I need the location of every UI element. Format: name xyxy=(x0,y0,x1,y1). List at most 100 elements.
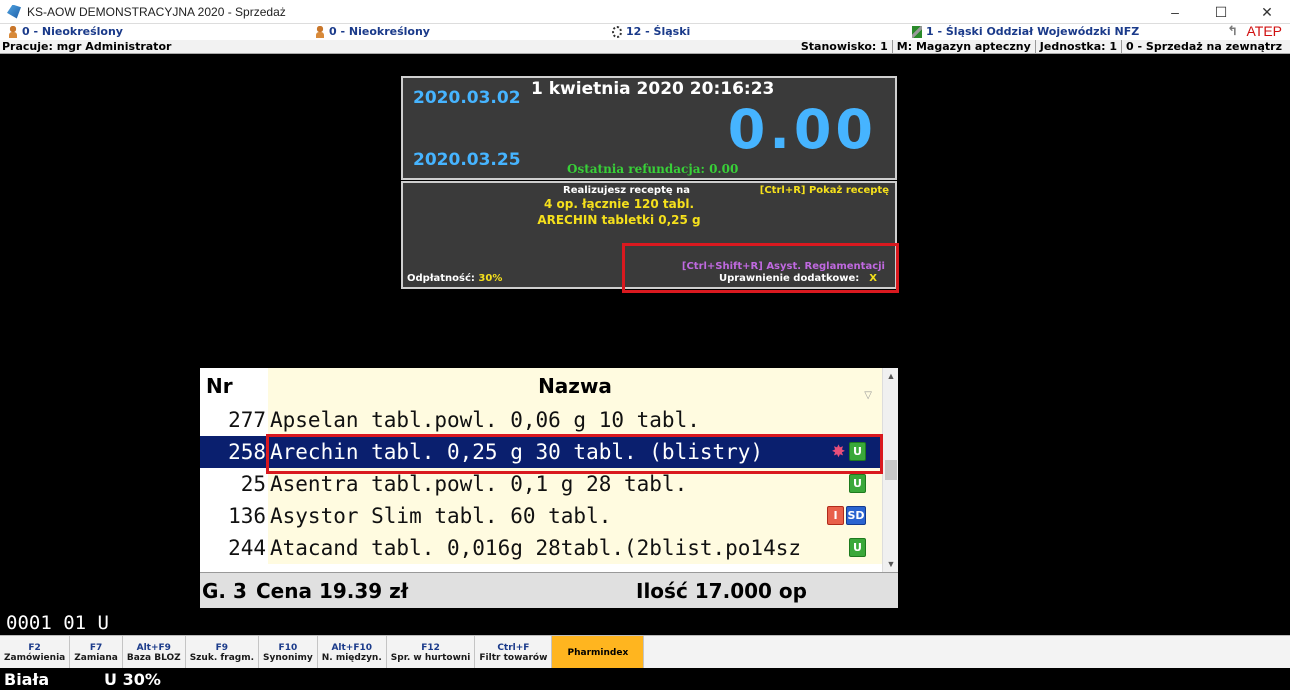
item-name-text: Atacand tabl. 0,016g 28tabl.(2blist.po14… xyxy=(270,536,802,560)
close-button[interactable]: ✕ xyxy=(1244,0,1290,24)
product-list: Nr Nazwa ▽ 277 Apselan tabl.powl. 0,06 g… xyxy=(200,368,898,608)
prescription-date: 2020.03.02 xyxy=(413,88,521,108)
user-label: Pracuje: mgr Administrator xyxy=(2,40,172,53)
prescription-quantity: 4 op. łącznie 120 tabl. xyxy=(543,197,695,211)
application-window: { "window": { "title": "KS-AOW DEMONSTRA… xyxy=(0,0,1290,690)
fkey-shortcut: Alt+F9 xyxy=(136,642,171,653)
highlight-frame-selected-item xyxy=(266,434,883,474)
scroll-down-icon[interactable]: ▼ xyxy=(883,556,899,572)
app-logo-icon xyxy=(7,4,21,19)
fkey-shortcut: F10 xyxy=(278,642,298,653)
window-title: KS-AOW DEMONSTRACYJNA 2020 - Sprzedaż xyxy=(27,4,286,19)
last-refund-label: Ostatnia refundacja: 0.00 xyxy=(567,162,739,176)
patient-selector[interactable]: 0 - Nieokreślony xyxy=(315,25,430,38)
list-item[interactable]: 136 Asystor Slim tabl. 60 tabl. I SD xyxy=(200,500,882,532)
prescription-drug: ARECHIN tabletki 0,25 g xyxy=(537,213,701,227)
price-label: Cena 19.39 zł xyxy=(256,578,409,603)
sale-summary-panel: 2020.03.02 1 kwietnia 2020 20:16:23 0.00… xyxy=(401,76,897,180)
payment-level: Odpłatność: 30% xyxy=(407,273,502,284)
item-name: Atacand tabl. 0,016g 28tabl.(2blist.po14… xyxy=(268,532,882,564)
refresh-arrow-icon[interactable]: ↰ xyxy=(1227,24,1238,39)
item-name-text: Asystor Slim tabl. 60 tabl. xyxy=(270,504,612,528)
window-controls: – ☐ ✕ xyxy=(1152,0,1290,24)
prescription-type: Biała xyxy=(4,669,50,689)
list-rows: 277 Apselan tabl.powl. 0,06 g 10 tabl. 2… xyxy=(200,404,882,564)
column-header-name[interactable]: Nazwa ▽ xyxy=(268,368,882,404)
fkey-filter-button[interactable]: Ctrl+F Filtr towarów xyxy=(475,636,553,669)
item-nr: 244 xyxy=(200,532,268,564)
item-name: Apselan tabl.powl. 0,06 g 10 tabl. xyxy=(268,404,882,436)
scroll-up-icon[interactable]: ▲ xyxy=(883,368,899,384)
refund-u-icon: U xyxy=(849,538,866,557)
fkey-replace-button[interactable]: F7 Zamiana xyxy=(70,636,123,669)
sd-icon: SD xyxy=(846,506,866,525)
payment-level-label: Odpłatność: xyxy=(407,273,475,284)
status-code: 0001 01 U xyxy=(6,612,109,634)
list-item[interactable]: 277 Apselan tabl.powl. 0,06 g 10 tabl. xyxy=(200,404,882,436)
minimize-button[interactable]: – xyxy=(1152,0,1198,24)
fkey-label: N. międzyn. xyxy=(321,652,382,663)
refund-u-icon: U xyxy=(849,474,866,493)
fkey-label: Filtr towarów xyxy=(479,652,548,663)
branch-selector[interactable]: 12 - Śląski xyxy=(612,25,690,38)
list-header: Nr Nazwa ▽ xyxy=(200,368,882,404)
fkey-wholesaler-check-button[interactable]: F12 Spr. w hurtowni xyxy=(387,636,476,669)
current-datetime: 1 kwietnia 2020 20:16:23 xyxy=(531,79,775,99)
list-scrollbar[interactable]: ▲ ▼ xyxy=(882,368,898,572)
prescription-intro: Realizujesz receptę na xyxy=(563,185,690,196)
item-badges: U xyxy=(849,474,866,493)
item-nr: 25 xyxy=(200,468,268,500)
item-badges: I SD xyxy=(827,506,866,525)
atep-label[interactable]: ATEP xyxy=(1246,23,1282,39)
pharmindex-button[interactable]: Pharmindex xyxy=(552,636,645,669)
fkey-label: Synonimy xyxy=(263,652,313,663)
workstation-info: Stanowisko: 1 M: Magazyn apteczny Jednos… xyxy=(797,40,1286,53)
fkey-label: Spr. w hurtowni xyxy=(390,652,471,663)
fkey-label: Zamiana xyxy=(74,652,118,663)
column-header-nr[interactable]: Nr xyxy=(200,368,268,404)
item-nr: 258 xyxy=(200,436,268,468)
show-prescription-shortcut[interactable]: [Ctrl+R] Pokaż receptę xyxy=(760,185,889,196)
title-bar: KS-AOW DEMONSTRACYJNA 2020 - Sprzedaż – … xyxy=(0,0,1290,24)
fkey-shortcut: F12 xyxy=(421,642,440,653)
nfz-selector[interactable]: 1 - Śląski Oddział Wojewódzki NFZ xyxy=(912,25,1139,38)
fkey-shortcut: F7 xyxy=(89,642,103,653)
group-label: G. 3 xyxy=(202,578,247,603)
item-name: Asystor Slim tabl. 60 tabl. I SD xyxy=(268,500,882,532)
doctor-selector[interactable]: 0 - Nieokreślony xyxy=(8,25,123,38)
branch-icon xyxy=(612,25,622,38)
fkey-fragment-search-button[interactable]: F9 Szuk. fragm. xyxy=(186,636,260,669)
status-bar-top: Pracuje: mgr Administrator Stanowisko: 1… xyxy=(0,40,1290,54)
item-nr: 136 xyxy=(200,500,268,532)
magazyn-label: M: Magazyn apteczny xyxy=(891,40,1035,53)
fkey-label: Zamówienia xyxy=(4,652,66,663)
fkey-orders-button[interactable]: F2 Zamówienia xyxy=(0,636,71,669)
sales-type-label: 0 - Sprzedaż na zewnątrz xyxy=(1121,40,1286,53)
payment-code: U 30% xyxy=(104,669,161,689)
fkey-label: Baza BLOZ xyxy=(126,652,181,663)
scroll-thumb[interactable] xyxy=(885,460,897,480)
column-header-name-label: Nazwa xyxy=(538,374,612,398)
payment-level-value: 30% xyxy=(478,273,503,284)
maximize-button[interactable]: ☐ xyxy=(1198,0,1244,24)
item-nr: 277 xyxy=(200,404,268,436)
bottom-status-bar: Biała U 30% xyxy=(0,668,1290,690)
item-name-text: Asentra tabl.powl. 0,1 g 28 tabl. xyxy=(270,472,688,496)
patient-icon xyxy=(315,25,325,38)
fkey-shortcut: F2 xyxy=(28,642,41,653)
stanowisko-label: Stanowisko: 1 xyxy=(800,40,888,53)
nfz-label: 1 - Śląski Oddział Wojewódzki NFZ xyxy=(926,25,1140,38)
patient-label: 0 - Nieokreślony xyxy=(329,25,430,38)
info-i-icon: I xyxy=(827,506,844,525)
fkey-shortcut: Ctrl+F xyxy=(497,642,530,653)
fkey-label: Pharmindex xyxy=(567,647,629,658)
item-name-text: Apselan tabl.powl. 0,06 g 10 tabl. xyxy=(270,408,700,432)
list-item[interactable]: 244 Atacand tabl. 0,016g 28tabl.(2blist.… xyxy=(200,532,882,564)
realization-date: 2020.03.25 xyxy=(413,150,521,170)
fkey-bloz-button[interactable]: Alt+F9 Baza BLOZ xyxy=(123,636,186,669)
nfz-icon xyxy=(912,25,922,38)
item-badges: U xyxy=(849,538,866,557)
fkey-synonyms-button[interactable]: F10 Synonimy xyxy=(259,636,318,669)
fkey-international-name-button[interactable]: Alt+F10 N. międzyn. xyxy=(318,636,387,669)
function-key-bar: F2 Zamówienia F7 Zamiana Alt+F9 Baza BLOZ F… xyxy=(0,635,1290,669)
